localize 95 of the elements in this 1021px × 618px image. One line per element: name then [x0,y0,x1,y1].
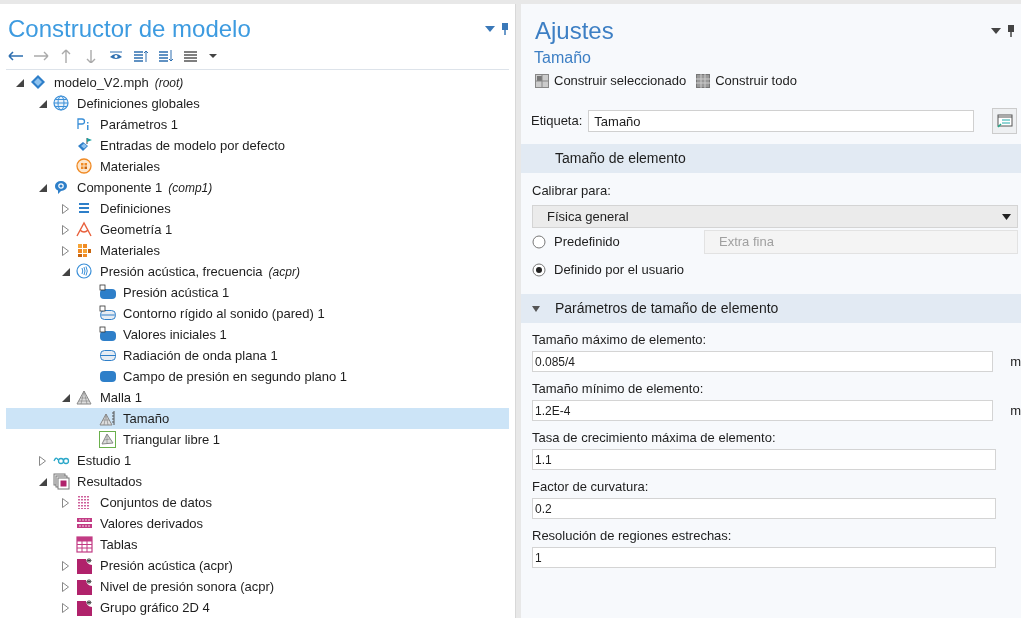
globe-icon [53,94,71,113]
mesh-ruler-icon [99,409,117,428]
tree-item[interactable]: Componente 1 (comp1) [6,177,509,198]
collapse-icon[interactable] [39,183,47,192]
tree-item[interactable]: Nivel de presión sonora (acpr) [6,576,509,597]
tree-item[interactable]: Conjuntos de datos [6,492,509,513]
unit-label: m [1010,352,1021,371]
notes-icon [996,114,1013,128]
value-field[interactable]: 1.1 [532,449,996,470]
tree-item[interactable]: Tamaño [6,408,509,429]
radio-button[interactable]: Definido por el usuario [532,260,704,280]
field-label: Tamaño mínimo de elemento: [531,380,705,396]
field-label: Resolución de regiones estrechas: [531,527,733,543]
field-label: Tamaño máximo de elemento: [531,331,708,347]
list-icon[interactable] [183,48,199,63]
list-up-icon[interactable] [133,48,149,63]
expand-icon[interactable] [39,455,46,466]
pin-icon[interactable] [1007,25,1015,37]
plot-icon [76,577,94,596]
boundary-icon [99,304,117,323]
model-icon [30,73,48,92]
field-label: Etiqueta: [531,112,583,131]
results-icon [53,472,71,491]
value-field[interactable]: 1 [532,547,996,568]
tree-item[interactable]: Estudio 1 [6,450,509,471]
expand-icon[interactable] [62,581,69,592]
section-header[interactable]: Tamaño de elemento [521,144,1021,173]
tree-item[interactable]: Parámetros 1 [6,114,509,135]
pin-icon[interactable] [501,23,509,35]
collapse-icon[interactable] [16,78,24,87]
tree-item[interactable]: Definiciones [6,198,509,219]
tree-item[interactable]: Entradas de modelo por defecto [6,135,509,156]
tree-item[interactable]: Resultados [6,471,509,492]
tree-item[interactable]: Geometría 1 [6,219,509,240]
tree-item[interactable]: Valores derivados [6,513,509,534]
arrow-left-icon[interactable] [8,48,24,63]
mesh-icon [76,388,94,407]
table-icon [76,535,94,554]
list-down-icon[interactable] [158,48,174,63]
tree-item[interactable]: Definiciones globales [6,93,509,114]
materials-icon [76,241,94,260]
tree-item[interactable]: Radiación de onda plana 1 [6,345,509,366]
value-field[interactable]: 0.2 [532,498,996,519]
section-header[interactable]: Parámetros de tamaño de elemento [521,294,1021,323]
panel-subtitle: Tamaño [533,48,592,68]
notes-button[interactable] [992,108,1017,134]
build-icon [696,74,711,88]
panel-title: Ajustes [535,16,614,46]
collapse-icon[interactable] [39,477,47,486]
label-field[interactable]: Tamaño [588,110,974,132]
panel-title: Constructor de modelo [8,14,251,44]
field-label: Tasa de crecimiento máxima de elemento: [531,429,777,445]
caret-icon [1002,213,1011,220]
expand-icon[interactable] [62,245,69,256]
expand-icon[interactable] [62,203,69,214]
field-label: Factor de curvatura: [531,478,650,494]
tree-item[interactable]: Campo de presión en segundo plano 1 [6,366,509,387]
expand-icon[interactable] [62,497,69,508]
tree-item[interactable]: Tablas [6,534,509,555]
domain-icon [99,325,117,344]
unit-label: m [1010,401,1021,420]
tree-item[interactable]: Materiales [6,156,509,177]
geometry-icon [76,220,94,239]
domain-icon [99,283,117,302]
value-field[interactable]: 1.2E-4 [532,400,994,421]
tree-item[interactable]: Malla 1 [6,387,509,408]
sound-wave-icon [76,262,94,281]
expand-icon[interactable] [62,560,69,571]
tree-item[interactable]: Triangular libre 1 [6,429,509,450]
build-button[interactable]: Construir seleccionado [535,71,687,91]
field-label: Calibrar para: [531,182,612,199]
tree-item[interactable]: modelo_V2.mph (root) [6,72,509,93]
calibrate-dropdown[interactable]: Física general [532,205,1018,228]
value-field[interactable]: 0.085/4 [532,351,994,372]
tree-item[interactable]: Presión acústica, frecuencia (acpr) [6,261,509,282]
dropdown-icon[interactable] [485,25,495,33]
tree-item[interactable]: Materiales [6,240,509,261]
expand-icon[interactable] [62,602,69,613]
tree-item[interactable]: Valores iniciales 1 [6,324,509,345]
plot-icon [76,556,94,575]
collapse-icon[interactable] [62,267,70,276]
tree-item[interactable]: Presión acústica 1 [6,282,509,303]
tree-item[interactable]: Grupo gráfico 2D 4 [6,597,509,618]
tree-item[interactable]: Contorno rígido al sonido (pared) 1 [6,303,509,324]
build-icon [535,74,549,88]
materials-icon [76,157,94,176]
collapse-icon[interactable] [62,393,70,402]
expand-icon[interactable] [62,224,69,235]
dropdown-icon[interactable] [991,27,1001,35]
radio-button[interactable]: Predefinido [532,232,704,252]
collapse-icon[interactable] [39,99,47,108]
build-button[interactable]: Construir todo [696,71,797,91]
tree-item[interactable]: Presión acústica (acpr) [6,555,509,576]
plot-icon [76,598,94,617]
triangular-mesh-icon [99,430,117,449]
